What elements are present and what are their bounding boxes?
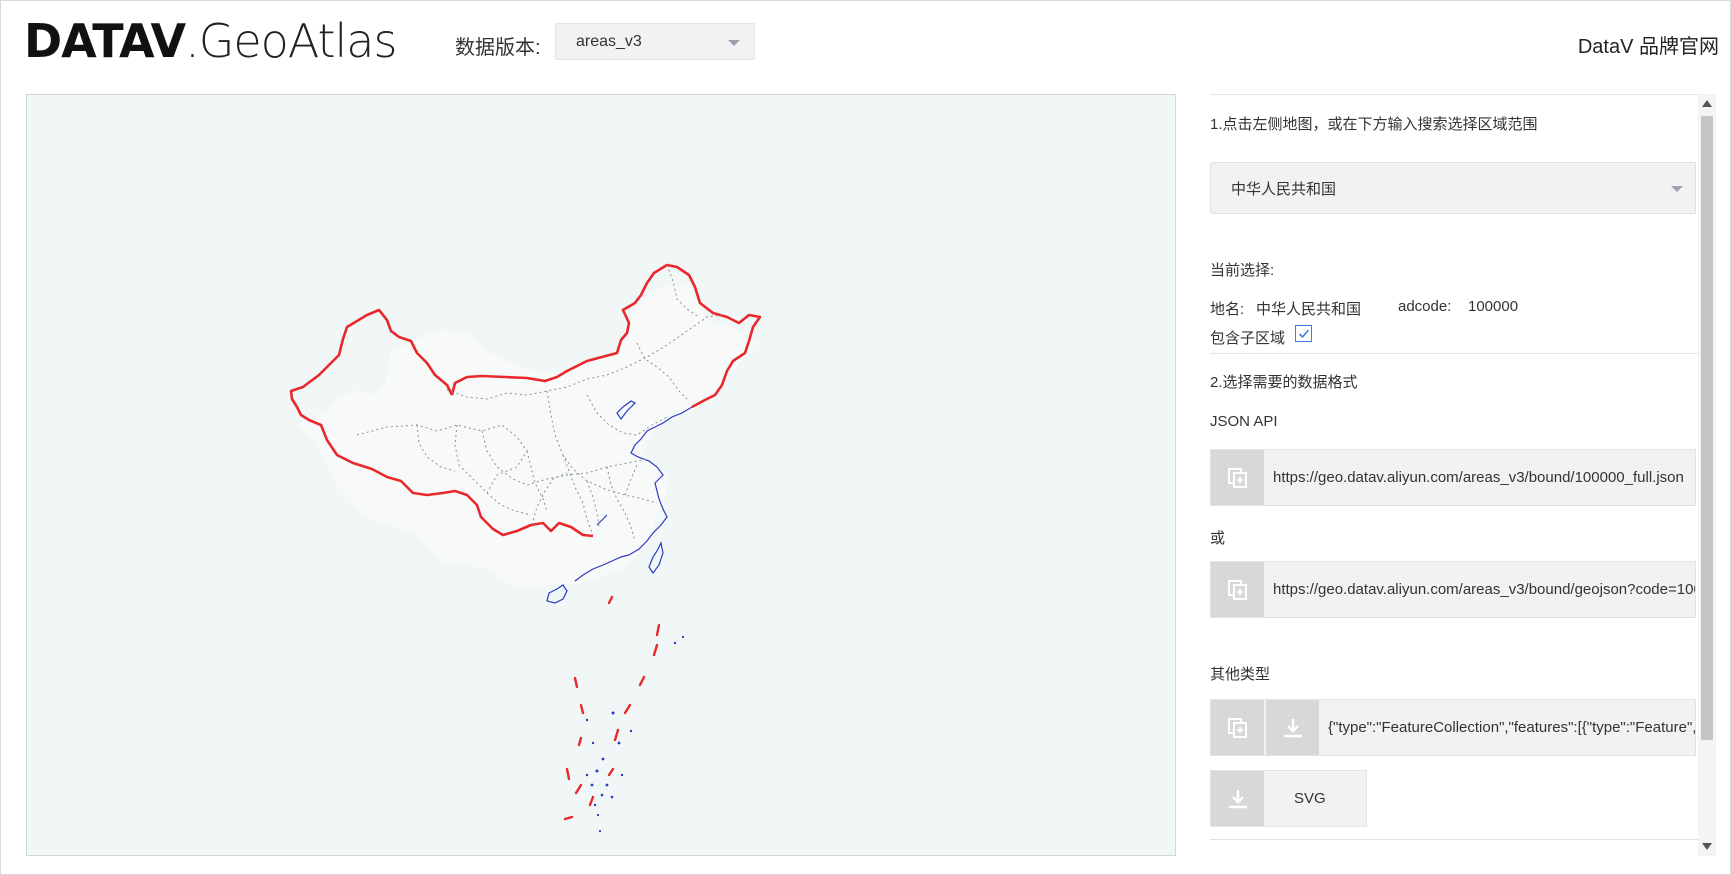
step2-instruction: 2.选择需要的数据格式 xyxy=(1210,374,1358,391)
section-divider xyxy=(1210,839,1698,840)
logo-bold-text: DATAV xyxy=(24,14,186,68)
json-api-label: JSON API xyxy=(1210,413,1278,430)
scroll-up-arrow-icon[interactable] xyxy=(1702,100,1712,107)
hainan-island xyxy=(546,584,568,604)
chevron-down-icon xyxy=(1671,186,1683,192)
data-version-label: 数据版本: xyxy=(455,37,541,59)
section-divider xyxy=(1210,353,1698,354)
copy-icon xyxy=(1227,467,1247,488)
brand-site-link[interactable]: DataV 品牌官网 xyxy=(1578,30,1719,59)
api-url-row-2: https://geo.datav.aliyun.com/areas_v3/bo… xyxy=(1210,561,1696,618)
checkmark-icon xyxy=(1298,329,1310,339)
download-geojson-button[interactable] xyxy=(1266,700,1319,755)
api-url-text-2[interactable]: https://geo.datav.aliyun.com/areas_v3/bo… xyxy=(1264,581,1695,598)
download-svg-icon-box xyxy=(1211,771,1264,826)
scrollbar-thumb[interactable] xyxy=(1701,116,1713,740)
download-svg-button[interactable]: SVG xyxy=(1210,770,1367,827)
options-panel: 1.点击左侧地图，或在下方输入搜索选择区域范围 中华人民共和国 当前选择: 地名… xyxy=(1210,94,1698,847)
copy-url-button[interactable] xyxy=(1211,450,1264,505)
china-map[interactable] xyxy=(27,95,1177,857)
api-url-row-1: https://geo.datav.aliyun.com/areas_v3/bo… xyxy=(1210,449,1696,506)
datav-geoatlas-logo[interactable]: DATAV .GeoAtlas xyxy=(24,14,397,70)
scattered-islands xyxy=(585,635,685,833)
step1-instruction: 1.点击左侧地图，或在下方输入搜索选择区域范围 xyxy=(1210,116,1538,133)
copy-geojson-button[interactable] xyxy=(1211,700,1264,755)
place-name-label: 地名: xyxy=(1210,301,1245,318)
copy-icon xyxy=(1227,579,1247,600)
include-children-checkbox[interactable] xyxy=(1295,325,1312,342)
current-selection-label: 当前选择: xyxy=(1210,262,1275,279)
include-children-label: 包含子区域 xyxy=(1210,330,1286,347)
copy-icon xyxy=(1227,717,1247,738)
data-version-value: areas_v3 xyxy=(576,32,642,50)
south-china-sea-islands xyxy=(563,595,661,821)
scroll-down-arrow-icon[interactable] xyxy=(1702,843,1712,850)
geojson-preview-text[interactable]: {"type":"FeatureCollection","features":[… xyxy=(1319,719,1695,736)
panel-scrollbar[interactable] xyxy=(1698,94,1716,856)
other-types-label: 其他类型 xyxy=(1210,666,1271,683)
data-version-select[interactable]: areas_v3 xyxy=(555,23,755,60)
svg-button-label: SVG xyxy=(1294,790,1326,807)
copy-url-button[interactable] xyxy=(1211,562,1264,617)
geojson-row: {"type":"FeatureCollection","features":[… xyxy=(1210,699,1696,756)
adcode-label: adcode: xyxy=(1398,298,1452,315)
place-name-value: 中华人民共和国 xyxy=(1256,301,1362,318)
download-icon xyxy=(1228,789,1247,808)
chevron-down-icon xyxy=(728,40,740,46)
or-label: 或 xyxy=(1210,530,1226,547)
adcode-value: 100000 xyxy=(1468,298,1519,315)
region-select-value: 中华人民共和国 xyxy=(1231,180,1337,198)
taiwan-island xyxy=(648,541,664,575)
map-view[interactable] xyxy=(26,94,1176,856)
api-url-text-1[interactable]: https://geo.datav.aliyun.com/areas_v3/bo… xyxy=(1264,469,1684,486)
download-icon xyxy=(1283,718,1302,737)
region-search-select[interactable]: 中华人民共和国 xyxy=(1210,162,1696,214)
logo-light-text: .GeoAtlas xyxy=(185,14,397,68)
